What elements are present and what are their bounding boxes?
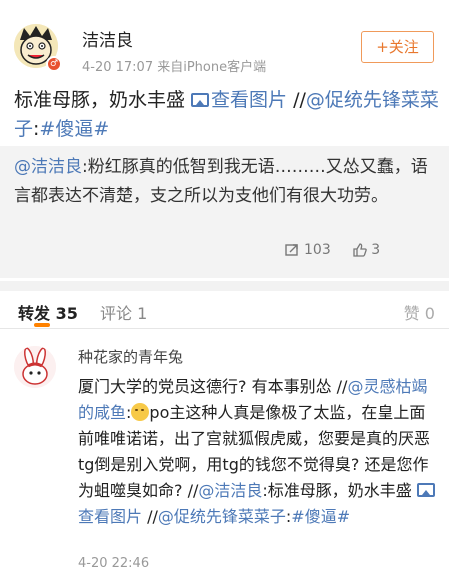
quoted-post-text: @洁洁良:粉红豚真的低智到我无语………又怂又蠢，语言都表达不清楚，支之所以为支他… — [14, 153, 439, 211]
repost-icon — [285, 244, 298, 256]
section-divider — [0, 281, 449, 291]
verified-badge-icon: ♂ — [46, 56, 62, 72]
tab-comment[interactable]: 评论 1 — [100, 300, 147, 324]
repost-text-1: 厦门大学的党员这德行? 有本事别怂 // — [78, 377, 348, 396]
mention-link[interactable]: @促统先锋菜菜子 — [158, 507, 286, 526]
quoted-repost-count: 103 — [304, 242, 331, 258]
mention-link[interactable]: @洁洁良 — [198, 481, 262, 500]
rabbit-avatar-icon — [14, 346, 56, 388]
view-image-link[interactable]: 查看图片 — [191, 89, 287, 111]
quoted-repost-stat[interactable]: 103 — [285, 242, 331, 258]
image-icon — [416, 483, 435, 497]
hashtag-link[interactable]: #傻逼# — [39, 118, 109, 140]
repost-slashes: // — [142, 507, 158, 526]
post-username[interactable]: 洁洁良 — [82, 26, 133, 51]
view-image-label: 查看图片 — [78, 507, 143, 526]
repost-slashes: // — [287, 89, 306, 111]
view-image-label: 查看图片 — [211, 89, 288, 111]
quoted-like-count: 3 — [371, 242, 381, 258]
hashtag-link[interactable]: #傻逼# — [291, 507, 350, 526]
post-text: 标准母豚，奶水丰盛 查看图片 //@促统先锋菜菜子:#傻逼# — [14, 86, 439, 144]
follow-button[interactable]: +关注 — [361, 31, 434, 63]
thumbs-up-icon — [353, 243, 367, 257]
image-icon — [191, 93, 210, 107]
post-meta: 4-20 17:07 来自iPhone客户端 — [82, 60, 267, 75]
quoted-mention-link[interactable]: @洁洁良 — [14, 157, 82, 177]
repost-text: 厦门大学的党员这德行? 有本事别怂 //@灵感枯竭的咸鱼: po主这种人真是像极了… — [78, 374, 438, 530]
repost-username[interactable]: 种花家的青年兔 — [78, 346, 183, 367]
tab-like[interactable]: 赞 0 — [404, 300, 435, 324]
post-text-main: 标准母豚，奶水丰盛 — [14, 89, 192, 111]
quoted-stats: 103 3 — [285, 242, 398, 261]
tab-repost[interactable]: 转发 35 — [18, 300, 78, 324]
repost-text-4: :标准母豚，奶水丰盛 — [262, 481, 417, 500]
thinking-emoji-icon — [131, 403, 150, 421]
interaction-tabs: 转发 35 评论 1 赞 0 — [0, 291, 449, 329]
quoted-like-stat[interactable]: 3 — [353, 242, 380, 258]
avatar[interactable] — [14, 346, 56, 388]
repost-time: 4-20 22:46 — [78, 556, 150, 571]
active-tab-indicator — [34, 323, 50, 327]
